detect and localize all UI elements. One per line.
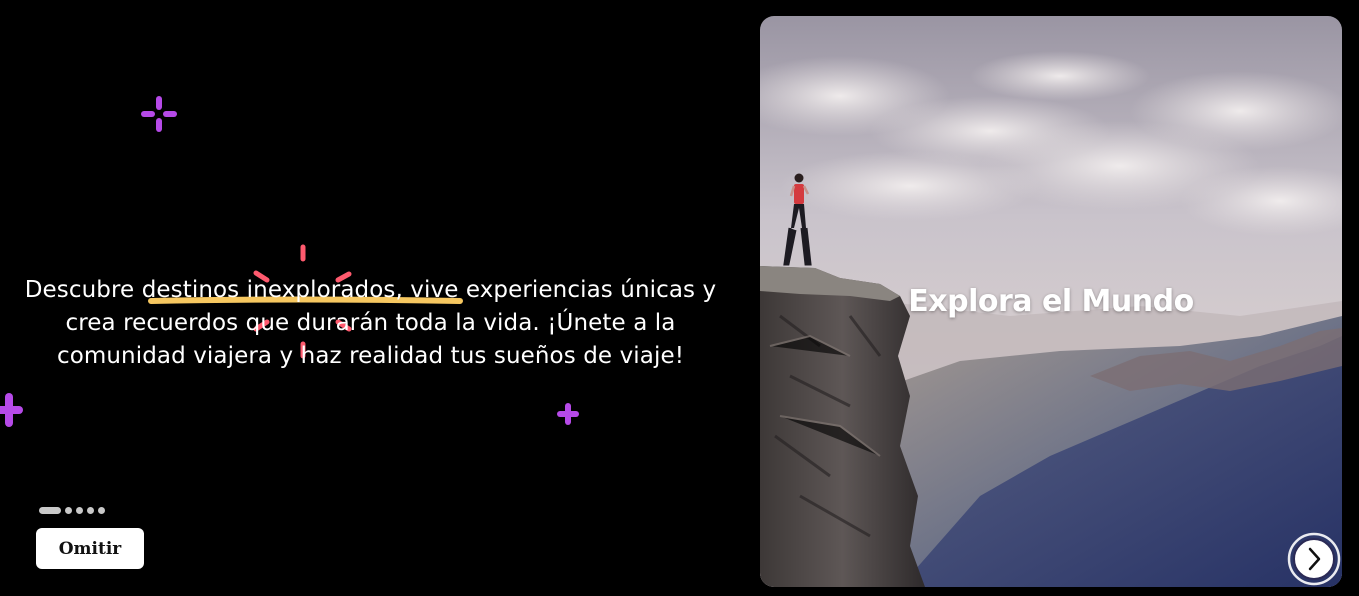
slide-dot[interactable] — [65, 506, 72, 514]
slide-dot[interactable] — [87, 506, 94, 514]
next-button[interactable] — [1287, 532, 1341, 586]
slide-dot[interactable] — [76, 506, 83, 514]
slide-dot[interactable] — [98, 506, 105, 514]
slide-indicator — [39, 506, 105, 514]
skip-button[interactable]: Omitir — [36, 528, 144, 569]
hero-image: Explora el Mundo — [760, 16, 1342, 587]
slide-dot-active[interactable] — [39, 506, 61, 514]
sparkle-icon — [557, 403, 579, 425]
onboarding-panel: Descubre destinos inexplorados, vive exp… — [0, 0, 745, 596]
sparkle-icon — [141, 96, 177, 132]
sparkle-icon — [0, 393, 23, 427]
hero-title: Explora el Mundo — [908, 284, 1194, 319]
onboarding-description: Descubre destinos inexplorados, vive exp… — [24, 277, 717, 369]
